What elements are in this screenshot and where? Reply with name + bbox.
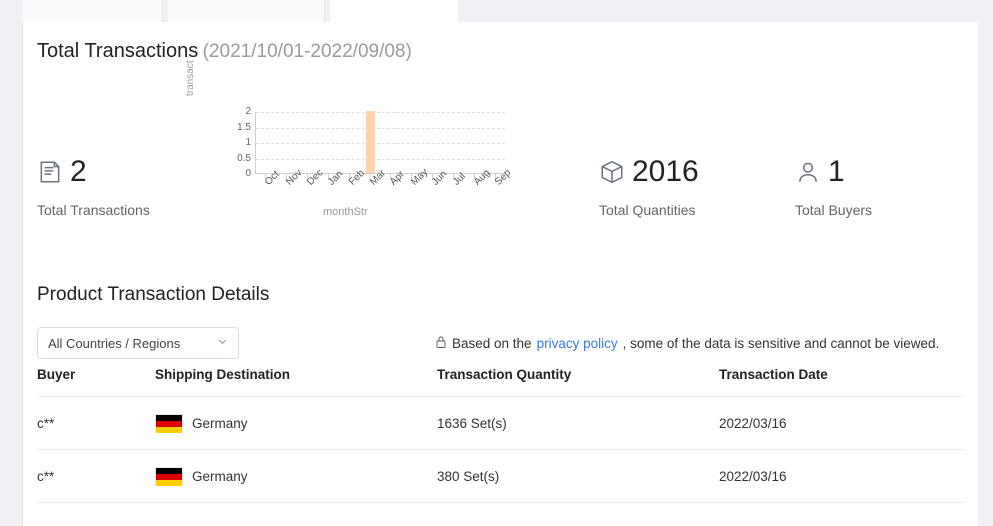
table-row: c** Germany 380 Set(s) 2022/03/16 [37, 449, 965, 503]
chart-y-tick-label: 0.5 [237, 152, 251, 164]
chart-y-axis-title: transact [185, 60, 196, 96]
browser-tab-label [22, 5, 30, 17]
stat-value: 1 [828, 155, 845, 188]
chart-y-axis-ticks: 2 1.5 1 0.5 0 [221, 107, 251, 179]
browser-tab-2[interactable] [330, 0, 458, 22]
cell-transaction-date: 2022/03/16 [719, 449, 965, 503]
destination-name: Germany [192, 468, 248, 484]
document-icon [37, 159, 63, 185]
chart-y-tick-label: 2 [245, 106, 251, 117]
cell-shipping-destination: Germany [155, 396, 437, 450]
privacy-notice-prefix: Based on the [452, 335, 532, 351]
table-header-row: Buyer Shipping Destination Transaction Q… [37, 367, 965, 397]
cell-transaction-date: 2022/03/16 [719, 396, 965, 450]
chart-x-axis-labels: Oct Nov Dec Jan Feb Mar Apr May Jun Jul Aug Sep [255, 167, 513, 214]
germany-flag-icon [155, 467, 183, 486]
column-header-shipping-destination: Shipping Destination [155, 367, 437, 397]
privacy-notice: Based on the privacy policy , some of the… [435, 327, 939, 359]
cell-shipping-destination: Germany [155, 449, 437, 503]
stat-total-quantities: 2016 Total Quantities [599, 154, 699, 218]
stat-label: Total Quantities [599, 202, 696, 218]
cell-buyer: c** [37, 396, 155, 450]
germany-flag-icon [155, 414, 183, 433]
privacy-notice-suffix: , some of the data is sensitive and cann… [622, 335, 940, 351]
destination-name: Germany [192, 415, 248, 431]
stat-label: Total Buyers [795, 202, 873, 218]
stat-total-buyers: 1 Total Buyers [795, 154, 872, 218]
chart-x-axis-title: monthStr [323, 206, 368, 218]
column-header-transaction-quantity: Transaction Quantity [437, 367, 719, 397]
chart-gridline [256, 112, 505, 113]
transaction-details-table: Buyer Shipping Destination Transaction Q… [37, 367, 965, 503]
content-panel: Total Transactions (2021/10/01-2022/09/0… [22, 22, 978, 526]
chevron-down-icon [217, 334, 228, 352]
browser-tab-label [168, 5, 176, 17]
privacy-policy-link[interactable]: privacy policy [537, 336, 618, 351]
chart-bar [366, 111, 375, 173]
page-title-text: Total Transactions [37, 40, 199, 62]
column-header-transaction-date: Transaction Date [719, 367, 965, 397]
chart-gridline [256, 158, 505, 160]
transactions-bar-chart: transact 2 1.5 1 0.5 0 Oct Nov Dec Jan Feb Mar Apr… [185, 60, 513, 225]
box-icon [599, 159, 625, 185]
lock-icon [435, 335, 447, 352]
page-title: Total Transactions (2021/10/01-2022/09/0… [37, 40, 412, 63]
chart-gridline [256, 143, 505, 144]
stat-value: 2016 [632, 155, 699, 188]
cell-transaction-quantity: 1636 Set(s) [437, 396, 719, 450]
chart-y-tick-label: 0 [245, 168, 251, 179]
stat-value: 2 [70, 155, 87, 188]
chart-gridline [256, 127, 505, 129]
chart-y-tick-label: 1.5 [237, 121, 251, 133]
browser-tab-1[interactable] [168, 0, 325, 22]
stat-total-transactions: 2 Total Transactions [37, 154, 150, 218]
browser-tab-label [330, 5, 338, 17]
user-icon [795, 159, 821, 185]
cell-transaction-quantity: 380 Set(s) [437, 449, 719, 503]
browser-tab-0[interactable] [22, 0, 163, 22]
country-region-selected-value: All Countries / Regions [48, 335, 181, 351]
column-header-buyer: Buyer [37, 367, 155, 397]
page-title-date-range: (2021/10/01-2022/09/08) [202, 41, 412, 62]
cell-buyer: c** [37, 449, 155, 503]
chart-plot-area [255, 111, 505, 174]
stat-label: Total Transactions [37, 202, 150, 218]
details-section-title: Product Transaction Details [37, 284, 270, 305]
country-region-select[interactable]: All Countries / Regions [37, 327, 239, 359]
chart-y-tick-label: 1 [245, 137, 251, 148]
table-row: c** Germany 1636 Set(s) 2022/03/16 [37, 396, 965, 450]
browser-tab-strip [0, 0, 993, 22]
